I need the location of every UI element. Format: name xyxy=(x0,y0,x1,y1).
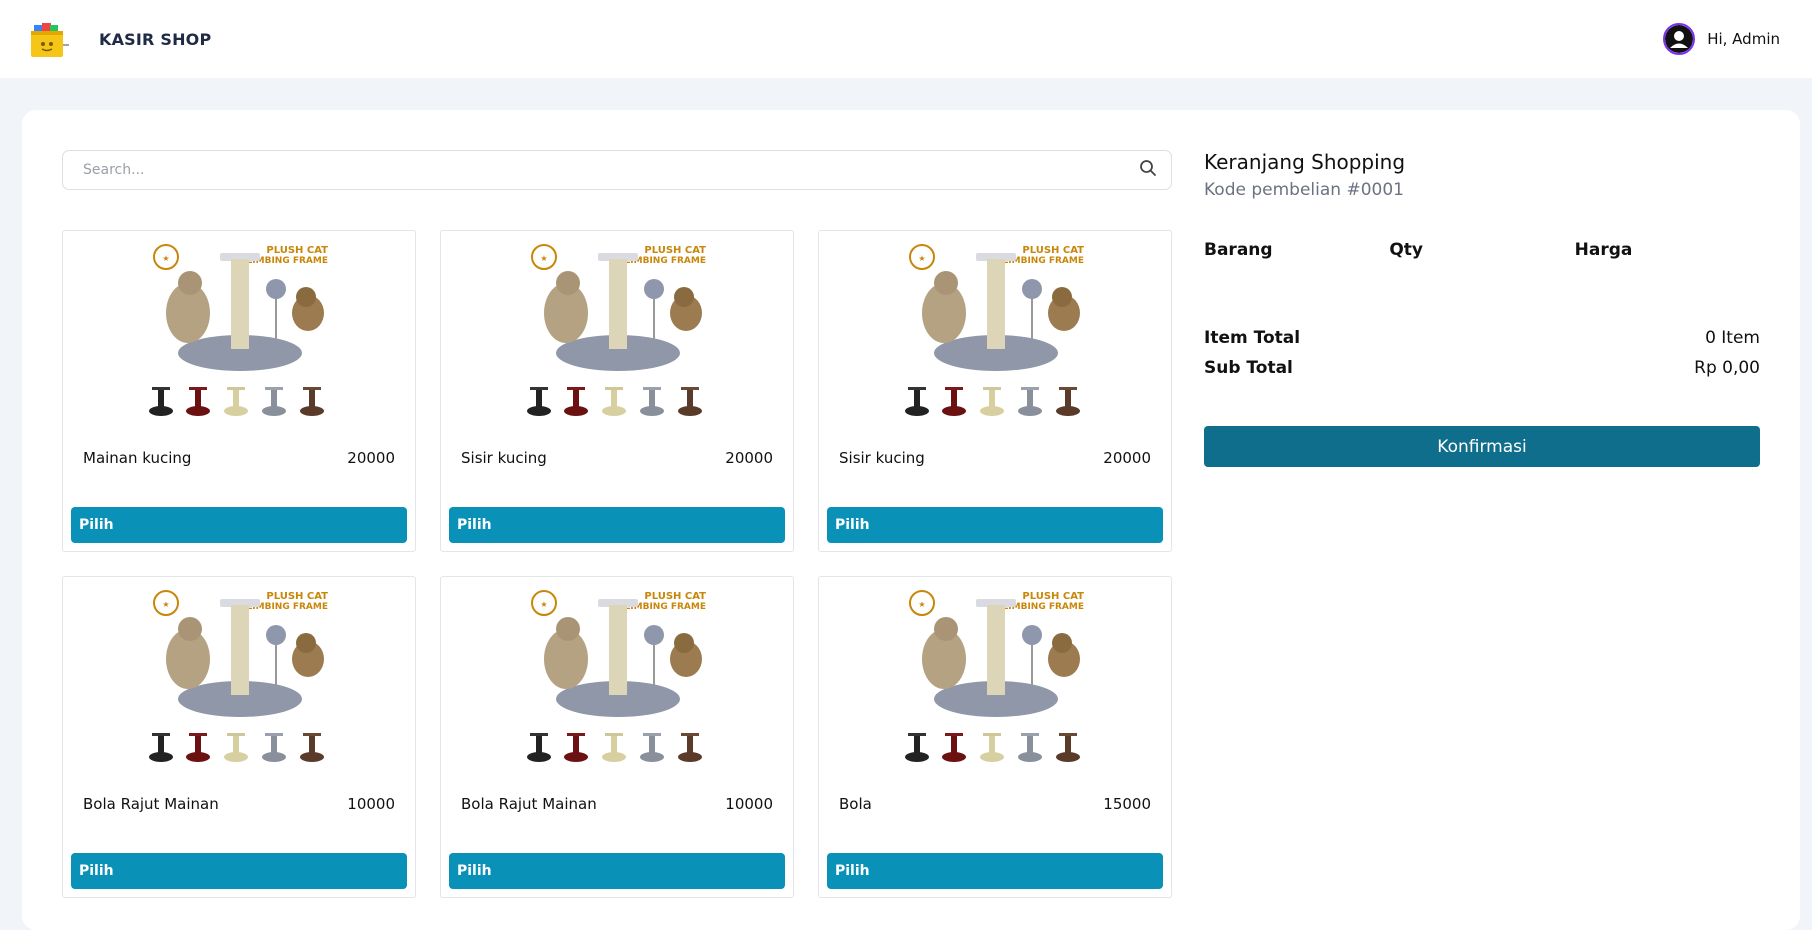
confirm-button[interactable]: Konfirmasi xyxy=(1204,426,1760,467)
product-price: 15000 xyxy=(1103,795,1151,813)
product-price: 10000 xyxy=(725,795,773,813)
product-card: ★ PLUSH CAT CLIMBING FRAME xyxy=(62,230,416,552)
cart-table-header: Barang Qty Harga xyxy=(1204,240,1760,260)
svg-text:★: ★ xyxy=(540,600,547,609)
item-total-value: 0 Item xyxy=(1705,328,1760,348)
sub-total-row: Sub Total Rp 0,00 xyxy=(1204,358,1760,378)
product-name: Sisir kucing xyxy=(839,449,925,467)
user-avatar-icon[interactable] xyxy=(1663,23,1696,55)
product-card: ★ PLUSH CAT CLIMBING FRAME xyxy=(818,230,1172,552)
select-product-button[interactable]: Pilih xyxy=(827,507,1163,543)
svg-text:PLUSH CAT: PLUSH CAT xyxy=(644,245,706,256)
product-name: Bola Rajut Mainan xyxy=(461,795,597,813)
product-image: ★ PLUSH CAT CLIMBING FRAME xyxy=(526,241,710,427)
item-total-row: Item Total 0 Item xyxy=(1204,328,1760,348)
top-bar: KASIR SHOP Hi, Admin xyxy=(0,0,1812,78)
product-price: 10000 xyxy=(347,795,395,813)
main-panel: ★ PLUSH CAT CLIMBING FRAME xyxy=(22,110,1800,930)
svg-text:★: ★ xyxy=(918,254,925,263)
svg-text:★: ★ xyxy=(162,254,169,263)
product-info: Mainan kucing 20000 xyxy=(83,449,395,467)
svg-text:PLUSH CAT: PLUSH CAT xyxy=(1022,245,1084,256)
svg-text:PLUSH CAT: PLUSH CAT xyxy=(266,245,328,256)
product-info: Sisir kucing 20000 xyxy=(839,449,1151,467)
product-info: Bola Rajut Mainan 10000 xyxy=(461,795,773,813)
user-greeting: Hi, Admin xyxy=(1707,30,1780,48)
shopping-cart: Keranjang Shopping Kode pembelian #0001 … xyxy=(1204,150,1760,467)
product-image: ★ PLUSH CAT CLIMBING FRAME xyxy=(526,587,710,773)
select-product-button[interactable]: Pilih xyxy=(71,507,407,543)
cart-summary: Item Total 0 Item Sub Total Rp 0,00 xyxy=(1204,328,1760,378)
svg-text:★: ★ xyxy=(918,600,925,609)
cart-title: Keranjang Shopping xyxy=(1204,150,1406,174)
product-name: Bola xyxy=(839,795,872,813)
product-image: ★ PLUSH CAT CLIMBING FRAME xyxy=(904,241,1088,427)
svg-text:PLUSH CAT: PLUSH CAT xyxy=(266,591,328,602)
user-menu[interactable]: Hi, Admin xyxy=(1663,23,1780,55)
product-name: Sisir kucing xyxy=(461,449,547,467)
product-card: ★ PLUSH CAT CLIMBING FRAME xyxy=(440,230,794,552)
product-card: ★ PLUSH CAT CLIMBING FRAME xyxy=(818,576,1172,898)
sub-total-label: Sub Total xyxy=(1204,358,1293,378)
search-input[interactable] xyxy=(83,162,1050,178)
product-card: ★ PLUSH CAT CLIMBING FRAME xyxy=(62,576,416,898)
search-icon[interactable] xyxy=(1139,159,1157,181)
column-header-price: Harga xyxy=(1574,240,1633,260)
product-image: ★ PLUSH CAT CLIMBING FRAME xyxy=(148,587,332,773)
select-product-button[interactable]: Pilih xyxy=(71,853,407,889)
product-info: Bola 15000 xyxy=(839,795,1151,813)
shop-logo-icon xyxy=(28,19,70,59)
select-product-button[interactable]: Pilih xyxy=(449,507,785,543)
svg-text:★: ★ xyxy=(162,600,169,609)
item-total-label: Item Total xyxy=(1204,328,1301,348)
product-image: ★ PLUSH CAT CLIMBING FRAME xyxy=(148,241,332,427)
brand-name: KASIR SHOP xyxy=(99,29,212,49)
select-product-button[interactable]: Pilih xyxy=(827,853,1163,889)
column-header-item: Barang xyxy=(1204,240,1273,260)
search-bar[interactable] xyxy=(62,150,1172,190)
purchase-code: Kode pembelian #0001 xyxy=(1204,180,1404,200)
svg-text:PLUSH CAT: PLUSH CAT xyxy=(1022,591,1084,602)
product-name: Mainan kucing xyxy=(83,449,192,467)
product-price: 20000 xyxy=(1103,449,1151,467)
select-product-button[interactable]: Pilih xyxy=(449,853,785,889)
product-info: Sisir kucing 20000 xyxy=(461,449,773,467)
product-grid: ★ PLUSH CAT CLIMBING FRAME Mainan kucing… xyxy=(62,230,1172,898)
product-name: Bola Rajut Mainan xyxy=(83,795,219,813)
brand[interactable]: KASIR SHOP xyxy=(28,19,211,59)
product-image: ★ PLUSH CAT CLIMBING FRAME xyxy=(904,587,1088,773)
product-info: Bola Rajut Mainan 10000 xyxy=(83,795,395,813)
column-header-qty: Qty xyxy=(1389,240,1423,260)
product-price: 20000 xyxy=(347,449,395,467)
svg-text:PLUSH CAT: PLUSH CAT xyxy=(644,591,706,602)
product-area: ★ PLUSH CAT CLIMBING FRAME xyxy=(62,150,1172,898)
svg-text:★: ★ xyxy=(540,254,547,263)
sub-total-value: Rp 0,00 xyxy=(1694,358,1760,378)
product-price: 20000 xyxy=(725,449,773,467)
product-card: ★ PLUSH CAT CLIMBING FRAME xyxy=(440,576,794,898)
